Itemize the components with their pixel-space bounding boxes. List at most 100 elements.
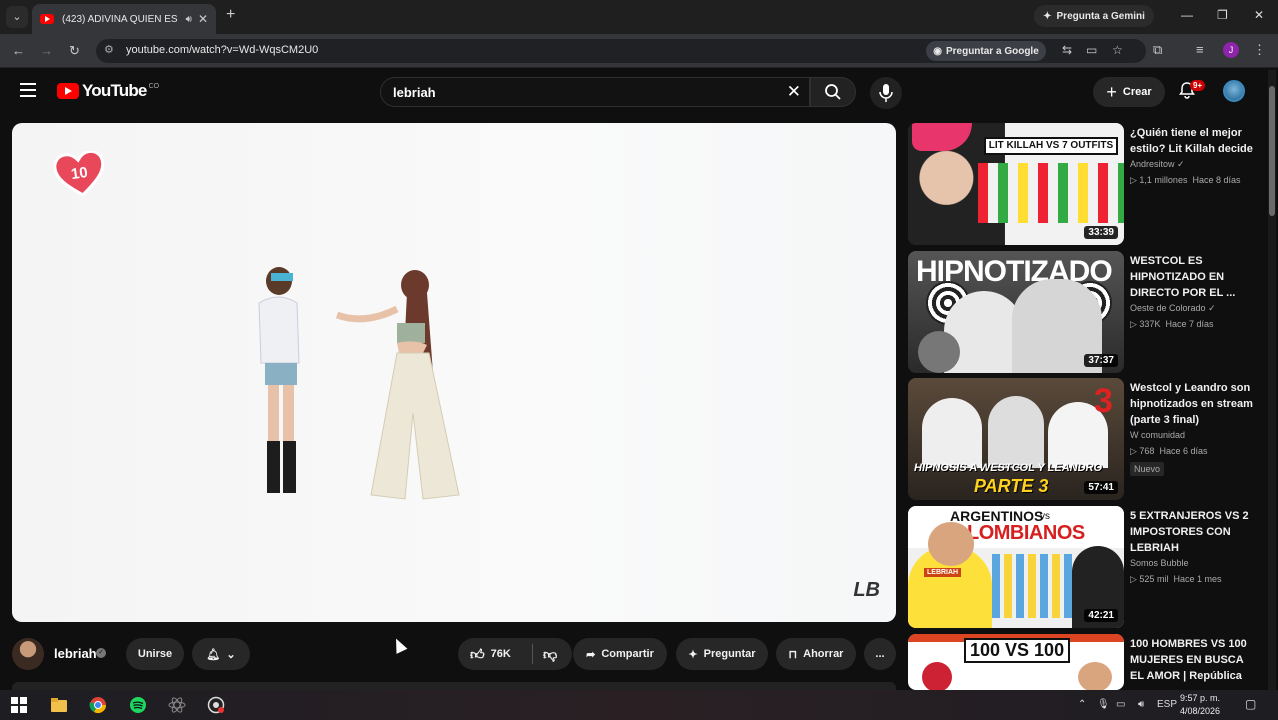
chrome-icon[interactable] [89, 696, 107, 714]
tab-search-icon[interactable]: ⌄ [6, 6, 28, 28]
voice-search-button[interactable] [870, 77, 902, 109]
video-title[interactable]: WESTCOL ES HIPNOTIZADO EN DIRECTO POR EL… [1130, 253, 1254, 301]
translate-icon[interactable]: ⇆ [1062, 43, 1072, 57]
menu-hamburger-icon[interactable] [20, 83, 36, 97]
video-title[interactable]: ¿Quién tiene el mejor estilo? Lit Killah… [1130, 125, 1254, 157]
video-title[interactable]: 5 EXTRANJEROS VS 2 IMPOSTORES CON LEBRIA… [1130, 508, 1254, 556]
join-button[interactable]: Unirse [126, 638, 184, 670]
create-label: Crear [1122, 86, 1152, 98]
bookmark-star-icon[interactable]: ☆ [1112, 43, 1123, 57]
address-bar-row: ← → ↻ ⚙ youtube.com/watch?v=Wd-WqsCM2U0 … [0, 34, 1278, 68]
search-input[interactable]: lebriah ✕ [380, 77, 810, 107]
windows-start-icon[interactable] [10, 696, 28, 714]
volume-icon[interactable]: 🔊︎ [1138, 699, 1144, 710]
video-thumbnail[interactable]: HIPNOTIZADO 37:37 [908, 251, 1124, 373]
more-actions-button[interactable]: ... [864, 638, 896, 670]
video-thumbnail[interactable]: 3 HIPNOSIS A WESTCOL Y LEANDRO PARTE 3 5… [908, 378, 1124, 500]
bookmark-icon: ⊓ [788, 648, 798, 661]
create-button[interactable]: + Crear [1093, 77, 1165, 107]
thumb-caption-vs: vs [1040, 511, 1050, 522]
clear-search-icon[interactable]: ✕ [787, 82, 801, 102]
restore-icon[interactable]: ❐ [1217, 8, 1228, 22]
recommendation-item[interactable]: LIT KILLAH VS 7 OUTFITS 33:39 ¿Quién tie… [908, 123, 1258, 245]
close-window-icon[interactable]: ✕ [1254, 8, 1264, 22]
recommendation-item[interactable]: HIPNOTIZADO 37:37 WESTCOL ES HIPNOTIZADO… [908, 251, 1258, 373]
clock-time: 9:57 p. m. [1180, 693, 1221, 703]
recommendation-item[interactable]: 3 HIPNOSIS A WESTCOL Y LEANDRO PARTE 3 5… [908, 378, 1258, 500]
video-player[interactable]: 10 LB [12, 123, 896, 622]
file-explorer-icon[interactable] [50, 696, 68, 714]
reading-list-icon[interactable]: ≡ [1196, 42, 1204, 57]
tab-title: (423) ADIVINA QUIEN ES LI [62, 13, 180, 25]
search-button[interactable] [810, 77, 856, 107]
subscription-bell-button[interactable]: 🔔︎ ⌄ [192, 638, 250, 670]
ask-google-button[interactable]: ◉ Preguntar a Google [926, 41, 1046, 61]
search-icon [825, 84, 841, 100]
video-meta: ▷ 768 Hace 6 días [1130, 446, 1208, 456]
minimize-icon[interactable]: — [1181, 8, 1193, 22]
video-meta: ▷ 337K Hace 7 días [1130, 319, 1214, 329]
youtube-favicon-icon [40, 14, 54, 24]
video-title[interactable]: 100 HOMBRES VS 100 MUJERES EN BUSCA EL A… [1130, 636, 1254, 690]
scrollbar-thumb[interactable] [1269, 86, 1275, 216]
verified-badge-icon: ✓ [1208, 303, 1216, 313]
recommendation-item[interactable]: 100 VS 100 100 HOMBRES VS 100 MUJERES EN… [908, 634, 1258, 690]
back-icon[interactable]: ← [12, 43, 25, 58]
thumb-caption: LIT KILLAH VS 7 OUTFITS [984, 137, 1118, 155]
channel-name[interactable]: lebriah [54, 646, 97, 661]
page-scrollbar[interactable] [1268, 70, 1276, 690]
video-actions-row: lebriah ✓ Unirse 🔔︎ ⌄ 👍︎ 76K 👎︎ ➦ Compar… [12, 636, 896, 676]
account-avatar[interactable] [1223, 80, 1245, 102]
chrome-menu-icon[interactable]: ⋮ [1253, 42, 1266, 58]
forward-icon[interactable]: → [40, 43, 53, 58]
profile-avatar[interactable]: J [1223, 42, 1239, 58]
channel-name[interactable]: Somos Bubble [1130, 558, 1189, 568]
tray-expand-icon[interactable]: ⌃ [1078, 699, 1086, 710]
notifications-badge: 9+ [1190, 80, 1206, 91]
ask-label: Preguntar [703, 648, 756, 660]
site-info-icon[interactable]: ⚙ [104, 43, 114, 56]
extensions-icon[interactable]: ⧉ [1153, 42, 1162, 58]
close-tab-icon[interactable]: ✕ [198, 12, 208, 26]
language-indicator[interactable]: ESP [1157, 699, 1177, 710]
obs-recording-icon[interactable] [207, 696, 225, 714]
channel-name[interactable]: Andresitow ✓ [1130, 159, 1185, 170]
microphone-tray-icon[interactable]: 🎙︎ [1097, 699, 1110, 710]
channel-name[interactable]: Oeste de Colorado ✓ [1130, 303, 1216, 314]
gemini-label: Pregunta a Gemini [1056, 10, 1145, 22]
save-button[interactable]: ⊓ Ahorrar [776, 638, 856, 670]
video-thumbnail[interactable]: ARGENTINOS vs COLOMBIANOS LEBRIAH 42:21 [908, 506, 1124, 628]
network-icon[interactable]: ▭ [1116, 699, 1125, 710]
browser-tab-active[interactable]: (423) ADIVINA QUIEN ES LI 🔊︎ ✕ [32, 4, 216, 34]
heart-counter-number: 10 [69, 163, 89, 184]
save-label: Ahorrar [803, 648, 844, 660]
thumbs-up-icon: 👍︎ [470, 645, 485, 662]
notifications-center-icon[interactable]: ▢ [1245, 697, 1256, 711]
channel-avatar[interactable] [12, 638, 44, 670]
omnibox[interactable]: ⚙ youtube.com/watch?v=Wd-WqsCM2U0 ◉ Preg… [96, 39, 1146, 63]
gemini-button[interactable]: ✦ Pregunta a Gemini [1034, 5, 1154, 27]
channel-name[interactable]: W comunidad [1130, 430, 1185, 440]
share-button[interactable]: ➦ Compartir [573, 638, 667, 670]
plus-icon: + [1106, 81, 1117, 102]
spotify-icon[interactable] [129, 696, 147, 714]
url-text[interactable]: youtube.com/watch?v=Wd-WqsCM2U0 [126, 44, 318, 56]
recommendation-item[interactable]: ARGENTINOS vs COLOMBIANOS LEBRIAH 42:21 … [908, 506, 1258, 628]
dislike-button[interactable]: 👎︎ [533, 646, 557, 663]
video-duration: 57:41 [1084, 481, 1118, 494]
video-thumbnail[interactable]: LIT KILLAH VS 7 OUTFITS 33:39 [908, 123, 1124, 245]
sparkle-icon: ✦ [1043, 10, 1052, 22]
like-button[interactable]: 👍︎ 76K [470, 646, 532, 663]
video-thumbnail[interactable]: 100 VS 100 [908, 634, 1124, 690]
share-icon: ➦ [586, 648, 596, 661]
ask-button[interactable]: ✦ Preguntar [676, 638, 768, 670]
reload-icon[interactable]: ↻ [69, 43, 80, 59]
taskbar-clock[interactable]: 9:57 p. m. 4/08/2026 [1180, 692, 1220, 718]
youtube-logo[interactable]: YouTube CO [57, 81, 159, 101]
new-tab-button[interactable]: + [226, 6, 235, 24]
cast-icon[interactable]: ▭ [1086, 43, 1097, 57]
video-title[interactable]: Westcol y Leandro son hipnotizados en st… [1130, 380, 1254, 428]
react-devtools-icon[interactable] [168, 696, 186, 714]
video-scene-figures [258, 267, 460, 500]
speaker-icon[interactable]: 🔊︎ [186, 14, 192, 25]
